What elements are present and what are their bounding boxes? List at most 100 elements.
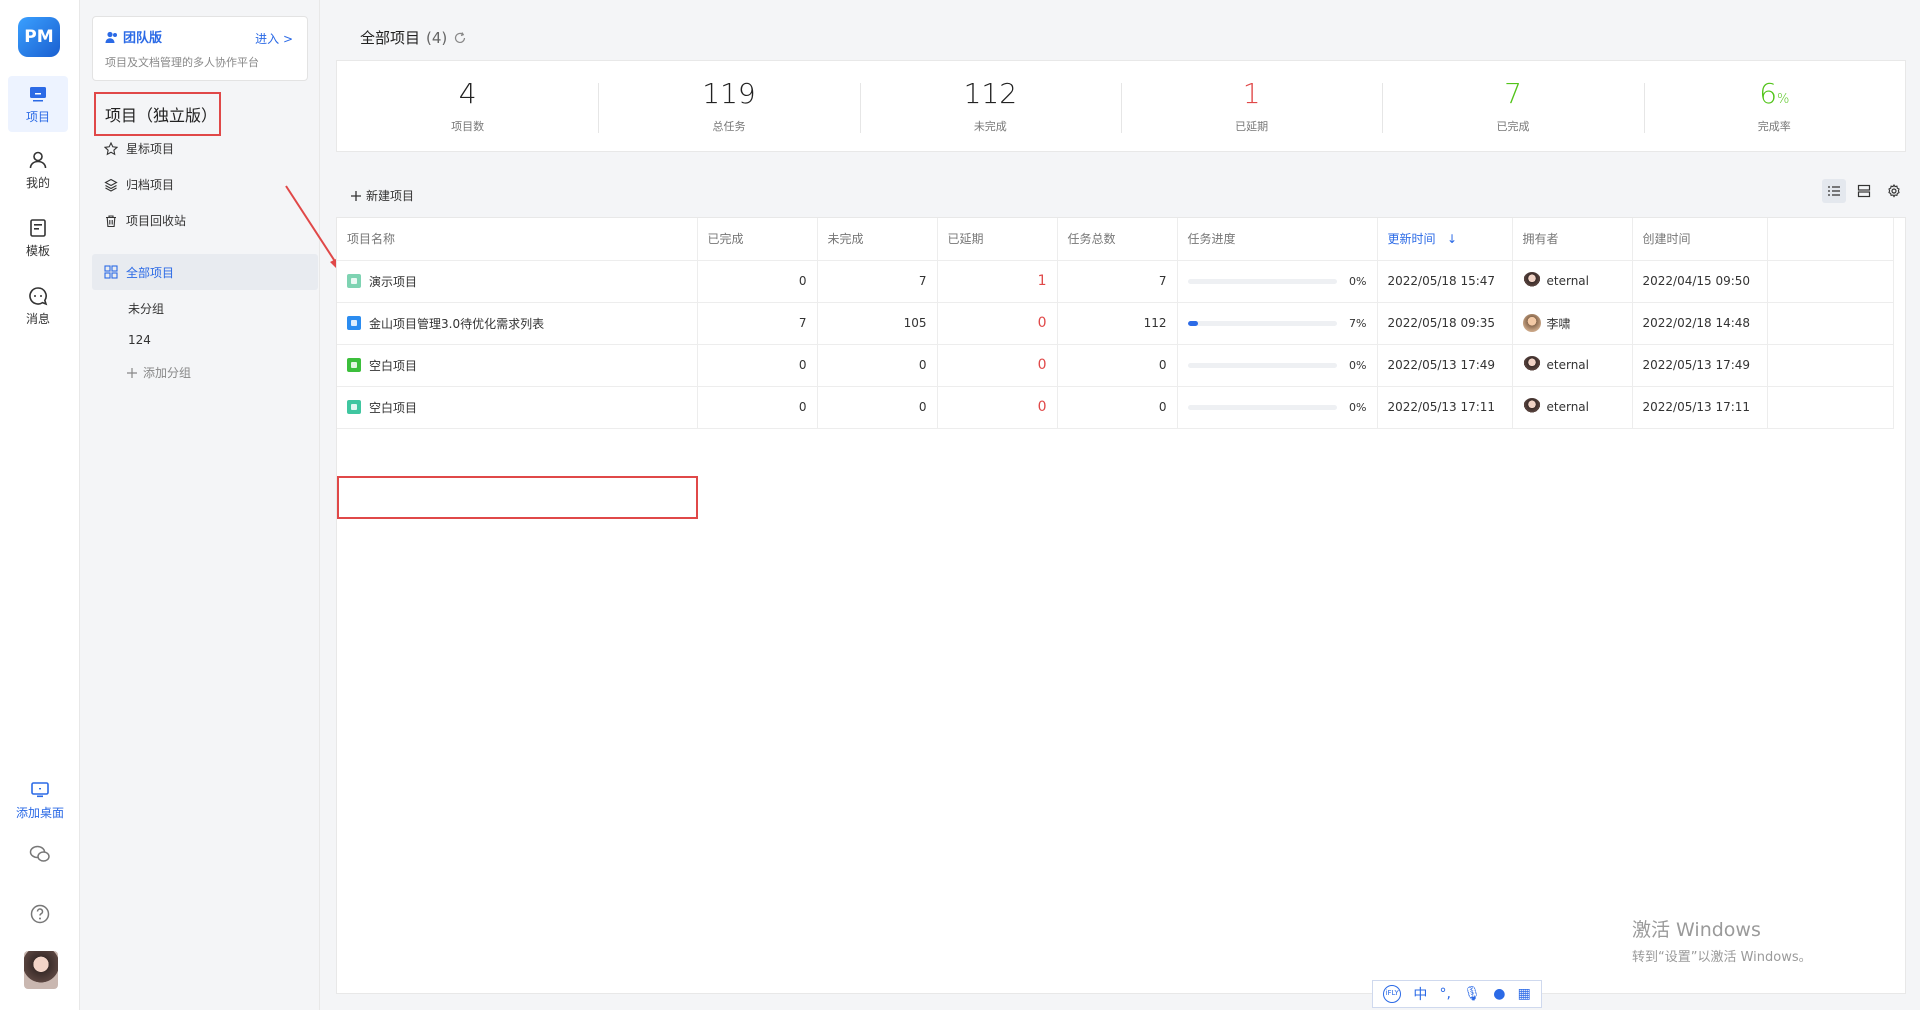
page-title: 全部项目 (4)	[360, 27, 467, 48]
desktop-icon	[31, 782, 49, 798]
windows-activation-watermark: 激活 Windows 转到“设置”以激活 Windows。	[1632, 919, 1812, 965]
cell-delayed: 0	[937, 344, 1058, 387]
refresh-icon[interactable]	[453, 31, 467, 45]
cell-project-name[interactable]: 空白项目	[337, 386, 698, 429]
column-header-owner[interactable]: 拥有者	[1512, 218, 1633, 261]
project-name[interactable]: 空白项目	[369, 357, 417, 374]
stat-label: 完成率	[1757, 120, 1791, 133]
cell-owner: eternal	[1512, 344, 1633, 387]
help-icon[interactable]	[28, 902, 52, 926]
rail-item-label: 模板	[25, 243, 50, 258]
cell-empty	[1767, 260, 1894, 303]
project-name[interactable]: 演示项目	[369, 273, 417, 290]
cell-delayed: 0	[937, 302, 1058, 345]
stat-value: 1	[1242, 77, 1261, 110]
sidebar-group-ungrouped[interactable]: 未分组	[128, 300, 164, 317]
stat-label: 项目数	[451, 120, 485, 133]
ime-lang-button[interactable]: 中	[1413, 984, 1427, 1004]
cell-updated: 2022/05/18 15:47	[1377, 260, 1513, 303]
team-icon	[105, 31, 117, 43]
sidebar-item-starred[interactable]: 星标项目	[104, 140, 174, 157]
new-project-button[interactable]: 新建项目	[350, 187, 414, 204]
table-row[interactable]: 空白项目 0 0 0 0 0% 2022/05/13 17:49 eternal 2022/05…	[337, 344, 1894, 387]
table-row[interactable]: 金山项目管理3.0待优化需求列表 7 105 0 112 7% 2022/05/18 09:…	[337, 302, 1894, 345]
project-icon	[347, 400, 361, 414]
column-header-total[interactable]: 任务总数	[1057, 218, 1178, 261]
cell-delayed: 0	[937, 386, 1058, 429]
stat-item: 112 未完成	[859, 61, 1121, 151]
progress-text: 0%	[1349, 400, 1367, 414]
cell-done: 0	[697, 344, 818, 387]
stat-label: 总任务	[712, 120, 746, 133]
cell-project-name[interactable]: 金山项目管理3.0待优化需求列表	[337, 302, 698, 345]
cell-empty	[1767, 344, 1894, 387]
project-table-container: 项目名称 已完成 未完成 已延期 任务总数 任务进度 更新时间 ↓ 拥有者 创建…	[336, 217, 1906, 994]
cell-created: 2022/05/13 17:49	[1632, 344, 1768, 387]
sidebar-group-124[interactable]: 124	[128, 333, 151, 347]
cards-icon	[1857, 184, 1871, 198]
column-header-name[interactable]: 项目名称	[337, 218, 698, 261]
rail-item-messages[interactable]: 消息	[8, 278, 68, 334]
cell-empty	[1767, 302, 1894, 345]
column-header-undone[interactable]: 未完成	[817, 218, 938, 261]
team-edition-card[interactable]: 团队版 进入 > 项目及文档管理的多人协作平台	[92, 16, 308, 81]
rail-item-projects[interactable]: 项目	[8, 76, 68, 132]
rail-item-templates[interactable]: 模板	[8, 210, 68, 266]
cell-owner: eternal	[1512, 260, 1633, 303]
sidebar-item-recycle-bin[interactable]: 项目回收站	[104, 212, 186, 229]
project-name[interactable]: 空白项目	[369, 399, 417, 416]
cell-created: 2022/02/18 14:48	[1632, 302, 1768, 345]
column-header-progress[interactable]: 任务进度	[1177, 218, 1378, 261]
trash-icon	[106, 214, 116, 227]
cell-delayed: 1	[937, 260, 1058, 303]
progress-text: 0%	[1349, 274, 1367, 288]
user-avatar[interactable]	[24, 951, 58, 989]
owner-name: eternal	[1546, 274, 1590, 288]
stat-label: 已延期	[1235, 120, 1269, 133]
add-desktop-button[interactable]: 添加桌面	[8, 780, 72, 821]
card-view-button[interactable]	[1852, 179, 1876, 203]
user-icon[interactable]: ●	[1493, 986, 1505, 1002]
column-header-created[interactable]: 创建时间	[1632, 218, 1768, 261]
list-view-button[interactable]	[1822, 179, 1846, 203]
cell-project-name[interactable]: 演示项目	[337, 260, 698, 303]
list-icon	[1828, 186, 1840, 196]
project-name[interactable]: 金山项目管理3.0待优化需求列表	[369, 315, 544, 332]
team-enter-link[interactable]: 进入 >	[255, 30, 293, 47]
progress-text: 0%	[1349, 358, 1367, 372]
stat-item: 6% 完成率	[1643, 61, 1905, 151]
project-table: 项目名称 已完成 未完成 已延期 任务总数 任务进度 更新时间 ↓ 拥有者 创建…	[337, 218, 1894, 429]
star-icon	[104, 141, 118, 155]
cell-updated: 2022/05/13 17:49	[1377, 344, 1513, 387]
template-icon	[30, 218, 46, 237]
owner-avatar	[1522, 314, 1541, 332]
cell-total: 0	[1057, 386, 1178, 429]
cell-progress: 0%	[1177, 344, 1378, 387]
rail-item-mine[interactable]: 我的	[8, 142, 68, 198]
add-group-button[interactable]: 添加分组	[126, 364, 191, 381]
ifly-logo-icon[interactable]: iFLY	[1383, 985, 1402, 1003]
view-toggle	[1822, 179, 1906, 203]
gear-icon	[1888, 184, 1900, 198]
sidebar-item-archived[interactable]: 归档项目	[104, 176, 174, 193]
settings-button[interactable]	[1882, 179, 1906, 203]
row-highlight-box	[337, 476, 698, 519]
stat-value: 119	[702, 77, 756, 110]
column-header-delayed[interactable]: 已延期	[937, 218, 1058, 261]
apps-icon[interactable]: ▦	[1518, 986, 1531, 1002]
rail-item-label: 项目	[25, 109, 50, 124]
table-row[interactable]: 空白项目 0 0 0 0 0% 2022/05/13 17:11 eternal 2022/05…	[337, 386, 1894, 429]
punctuation-icon[interactable]: °,	[1440, 986, 1451, 1002]
table-row[interactable]: 演示项目 0 7 1 7 0% 2022/05/18 15:47 eternal 2022/04…	[337, 260, 1894, 303]
stat-item: 119 总任务	[598, 61, 859, 151]
wechat-icon[interactable]	[28, 842, 52, 866]
column-header-updated[interactable]: 更新时间 ↓	[1377, 218, 1513, 261]
ime-toolbar: iFLY 中 °, 🎙 ● ▦	[1372, 980, 1542, 1008]
app-logo[interactable]: PM	[18, 17, 60, 57]
cell-project-name[interactable]: 空白项目	[337, 344, 698, 387]
microphone-icon[interactable]: 🎙	[1463, 986, 1481, 1002]
rail-item-label: 消息	[25, 311, 50, 326]
column-header-done[interactable]: 已完成	[697, 218, 818, 261]
grid-icon	[104, 265, 118, 279]
left-rail: PM 项目 我的 模板 消息 添加桌面	[0, 0, 80, 1010]
